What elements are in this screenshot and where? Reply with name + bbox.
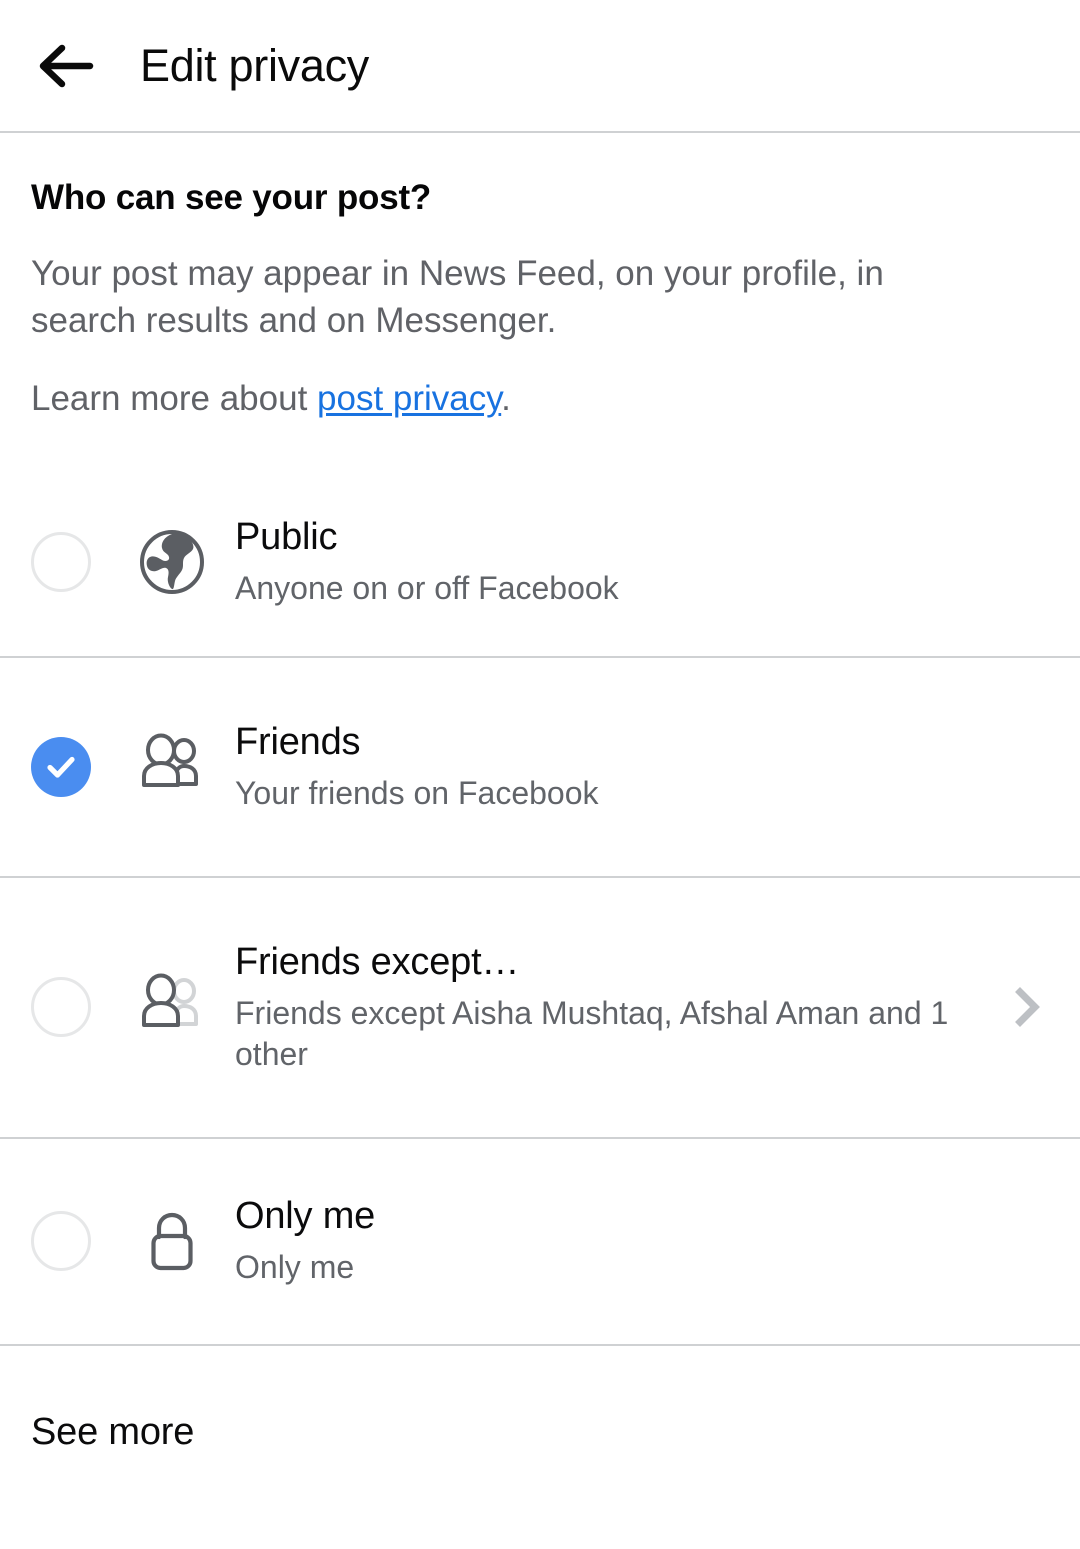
option-row-friends[interactable]: Friends Your friends on Facebook bbox=[0, 655, 1080, 876]
option-subtitle: Anyone on or off Facebook bbox=[235, 570, 619, 607]
post-privacy-link[interactable]: post privacy bbox=[317, 379, 501, 418]
option-subtitle: Friends except Aisha Mushtaq, Afshal Ama… bbox=[235, 994, 949, 1072]
option-text-friends-except: Friends except… Friends except Aisha Mus… bbox=[235, 940, 994, 1075]
privacy-options-list: Public Anyone on or off Facebook Friends… bbox=[0, 469, 1080, 1344]
option-text-public: Public Anyone on or off Facebook bbox=[235, 515, 1054, 609]
back-arrow-icon[interactable] bbox=[34, 35, 96, 97]
learn-more-prefix: Learn more about bbox=[31, 379, 318, 419]
radio-friends-except[interactable] bbox=[31, 977, 91, 1038]
app-header: Edit privacy bbox=[0, 0, 1080, 133]
option-subtitle: Only me bbox=[235, 1249, 355, 1286]
see-more-button[interactable]: See more bbox=[0, 1343, 1080, 1520]
two-people-icon bbox=[133, 728, 211, 806]
radio-unselected-icon bbox=[31, 977, 91, 1038]
option-title: Only me bbox=[235, 1195, 376, 1238]
option-text-friends: Friends Your friends on Facebook bbox=[235, 720, 1054, 814]
page-title: Edit privacy bbox=[140, 39, 369, 91]
radio-unselected-icon bbox=[31, 532, 91, 593]
edit-privacy-screen: Edit privacy Who can see your post? Your… bbox=[0, 0, 1080, 1549]
learn-more-line: Learn more about post privacy. bbox=[31, 376, 1046, 423]
option-row-only-me[interactable]: Only me Only me bbox=[0, 1136, 1080, 1344]
people-except-icon bbox=[133, 968, 211, 1046]
radio-public[interactable] bbox=[31, 532, 91, 593]
radio-only-me[interactable] bbox=[31, 1211, 91, 1272]
see-more-label: See more bbox=[31, 1411, 195, 1454]
option-title: Public bbox=[235, 516, 338, 559]
option-text-only-me: Only me Only me bbox=[235, 1194, 1054, 1288]
option-title: Friends bbox=[235, 720, 361, 763]
intro-body: Your post may appear in News Feed, on yo… bbox=[31, 254, 884, 340]
option-row-public[interactable]: Public Anyone on or off Facebook bbox=[0, 469, 1080, 656]
radio-friends[interactable] bbox=[31, 736, 91, 797]
radio-selected-icon bbox=[31, 736, 91, 797]
intro-heading: Who can see your post? bbox=[31, 178, 432, 217]
option-subtitle: Your friends on Facebook bbox=[235, 774, 599, 811]
chevron-right-icon[interactable] bbox=[1000, 980, 1054, 1034]
intro-section: Who can see your post? Your post may app… bbox=[0, 133, 1080, 423]
learn-more-suffix: . bbox=[501, 379, 511, 419]
lock-icon bbox=[133, 1202, 211, 1280]
radio-unselected-icon bbox=[31, 1211, 91, 1272]
option-title: Friends except… bbox=[235, 940, 520, 983]
option-row-friends-except[interactable]: Friends except… Friends except Aisha Mus… bbox=[0, 875, 1080, 1137]
globe-icon bbox=[133, 523, 211, 601]
